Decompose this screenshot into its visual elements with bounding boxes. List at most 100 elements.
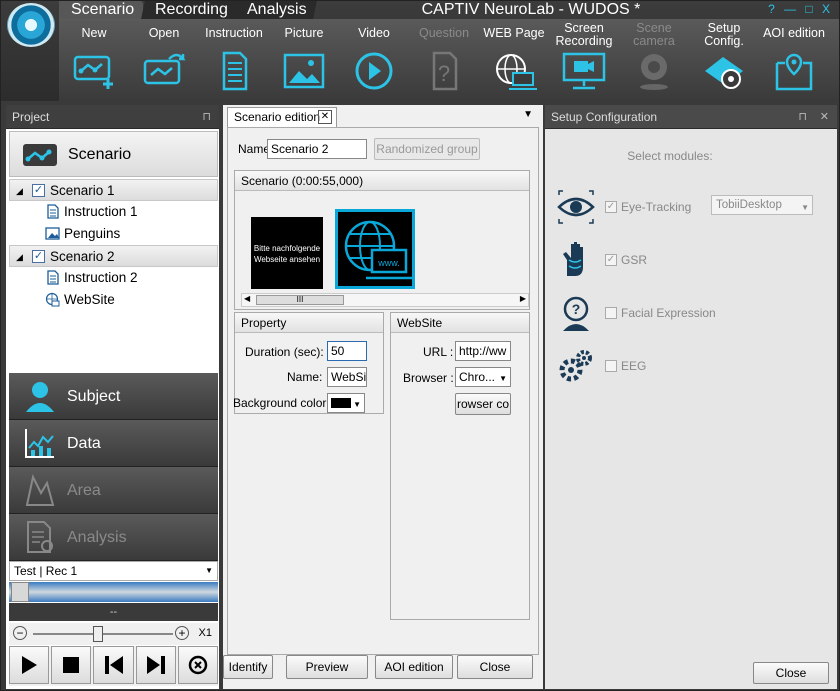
- duration-field[interactable]: 50: [327, 341, 367, 361]
- tree-item-penguins[interactable]: Penguins: [9, 223, 218, 245]
- play-button[interactable]: [9, 646, 50, 684]
- chevron-down-icon: ▼: [801, 203, 809, 212]
- tab-scenario-edition[interactable]: Scenario edition ✕: [227, 107, 337, 127]
- subject-icon: [26, 382, 54, 412]
- scenario-edition-panel: Scenario edition ✕ ▼ Name Scenario 2 Ran…: [223, 105, 543, 689]
- web-page-button[interactable]: WEB Page: [479, 19, 549, 101]
- scenario-1-checkbox[interactable]: ✓: [32, 184, 45, 197]
- facial-expression-checkbox[interactable]: [605, 307, 617, 319]
- play-icon: [22, 656, 38, 674]
- tree-item-label: Scenario 2: [50, 249, 115, 264]
- eeg-checkbox[interactable]: [605, 360, 617, 372]
- web-page-icon: [496, 54, 537, 90]
- collapse-icon[interactable]: ◢: [16, 246, 23, 268]
- nav-scenario[interactable]: Scenario: [9, 131, 218, 177]
- reset-button[interactable]: [177, 646, 219, 684]
- timeline-thumb[interactable]: [11, 582, 29, 602]
- screen-recording-icon: [562, 52, 606, 90]
- browser-config-button[interactable]: rowser co: [455, 393, 511, 415]
- question-button[interactable]: Question ?: [409, 19, 479, 101]
- eeg-label: EEG: [621, 359, 647, 373]
- chevron-down-icon[interactable]: ▼: [523, 109, 533, 120]
- window-title: CAPTIV NeuroLab - WUDOS *: [421, 1, 641, 18]
- screen-recording-button[interactable]: Screen Recording: [549, 19, 619, 101]
- zoom-slider-handle[interactable]: [93, 626, 103, 642]
- gears-icon: [559, 350, 592, 382]
- instruction-button[interactable]: Instruction: [199, 19, 269, 101]
- module-facial-expression: ? Facial Expression: [557, 295, 827, 331]
- browser-select[interactable]: Chro... ▼: [455, 367, 511, 387]
- website-thumbnail[interactable]: www.: [335, 209, 415, 289]
- nav-subject[interactable]: Subject: [9, 373, 218, 420]
- url-field[interactable]: http://ww: [455, 341, 511, 361]
- app-window: Scenario Recording Analysis CAPTIV Neuro…: [0, 0, 840, 691]
- timeline-bar[interactable]: [9, 582, 218, 602]
- tree-item-scenario-1[interactable]: ◢ ✓ Scenario 1: [9, 179, 218, 201]
- zoom-track[interactable]: [33, 633, 173, 635]
- svg-text:?: ?: [438, 61, 450, 86]
- stop-button[interactable]: [51, 646, 92, 684]
- tab-recording[interactable]: Recording: [141, 1, 237, 19]
- video-icon: [355, 52, 393, 90]
- browser-label: Browser :: [403, 371, 454, 385]
- next-button[interactable]: [135, 646, 176, 684]
- recording-select[interactable]: Test | Rec 1 ▼: [9, 561, 218, 581]
- setup-close-button[interactable]: Close: [753, 662, 829, 684]
- picture-button[interactable]: Picture: [269, 19, 339, 101]
- tree-item-website[interactable]: WebSite: [9, 289, 218, 311]
- property-name-field[interactable]: WebSit: [327, 367, 367, 387]
- video-button[interactable]: Video: [339, 19, 409, 101]
- close-icon[interactable]: ✕: [318, 110, 332, 124]
- collapse-icon[interactable]: ◢: [16, 180, 23, 202]
- open-scenario-icon: [143, 53, 186, 85]
- tab-analysis[interactable]: Analysis: [233, 1, 317, 19]
- setup-config-button[interactable]: Setup Config.: [689, 19, 759, 101]
- app-logo[interactable]: [7, 3, 55, 47]
- tree-item-label: Penguins: [64, 226, 121, 241]
- scenario-2-checkbox[interactable]: ✓: [32, 250, 45, 263]
- ribbon: Scenario Recording Analysis CAPTIV Neuro…: [1, 1, 839, 101]
- tab-label: Scenario edition: [234, 110, 321, 124]
- previous-button[interactable]: [93, 646, 134, 684]
- tree-item-instruction-2[interactable]: Instruction 2: [9, 267, 218, 289]
- gsr-checkbox[interactable]: ✓: [605, 254, 617, 266]
- pin-icon[interactable]: ⊓: [202, 105, 211, 129]
- close-icon[interactable]: ✕: [820, 105, 829, 129]
- instruction-icon: [47, 270, 59, 285]
- tracker-select[interactable]: TobiiDesktop ▼: [711, 195, 813, 215]
- window-controls[interactable]: ? — □ X: [768, 2, 833, 16]
- editor-close-button[interactable]: Close: [457, 655, 533, 679]
- preview-button[interactable]: Preview: [286, 655, 368, 679]
- identify-button[interactable]: Identify: [223, 655, 273, 679]
- randomized-group-button[interactable]: Randomized group: [374, 138, 480, 160]
- horizontal-scrollbar[interactable]: ◀ III ▶: [241, 293, 529, 307]
- nav-area[interactable]: Area: [9, 467, 218, 514]
- tree-item-instruction-1[interactable]: Instruction 1: [9, 201, 218, 223]
- instruction-thumbnail[interactable]: Bitte nachfolgende Webseite ansehen: [251, 217, 323, 289]
- tab-scenario[interactable]: Scenario: [59, 1, 143, 19]
- background-color-picker[interactable]: ▼: [327, 393, 365, 413]
- open-button[interactable]: Open: [129, 19, 199, 101]
- nav-data[interactable]: Data: [9, 420, 218, 467]
- eye-tracking-checkbox[interactable]: ✓: [605, 201, 617, 213]
- scenario-name-field[interactable]: Scenario 2: [267, 139, 367, 159]
- scroll-thumb[interactable]: III: [256, 295, 344, 305]
- new-label: New: [81, 26, 107, 40]
- zoom-in-icon[interactable]: +: [175, 626, 189, 640]
- tree-item-scenario-2[interactable]: ◢ ✓ Scenario 2: [9, 245, 218, 267]
- facial-expression-label: Facial Expression: [621, 306, 716, 320]
- zoom-out-icon[interactable]: −: [13, 626, 27, 640]
- scroll-left-icon[interactable]: ◀: [244, 294, 250, 303]
- scene-camera-button[interactable]: Scene camera: [619, 19, 689, 101]
- browser-select-value: Chro...: [459, 370, 496, 384]
- aoi-edition-button[interactable]: AOI edition: [375, 655, 453, 679]
- pin-icon[interactable]: ⊓: [798, 105, 807, 129]
- new-button[interactable]: New: [59, 19, 129, 101]
- scenario-timeline: Scenario (0:00:55,000) Bitte nachfolgend…: [234, 170, 530, 310]
- nav-analysis[interactable]: Analysis: [9, 514, 218, 561]
- picture-icon: [283, 53, 325, 89]
- aoi-edition-button[interactable]: AOI edition: [759, 19, 829, 101]
- aoi-edition-icon: [775, 53, 813, 91]
- chevron-down-icon: ▼: [353, 400, 361, 409]
- scroll-right-icon[interactable]: ▶: [520, 294, 526, 303]
